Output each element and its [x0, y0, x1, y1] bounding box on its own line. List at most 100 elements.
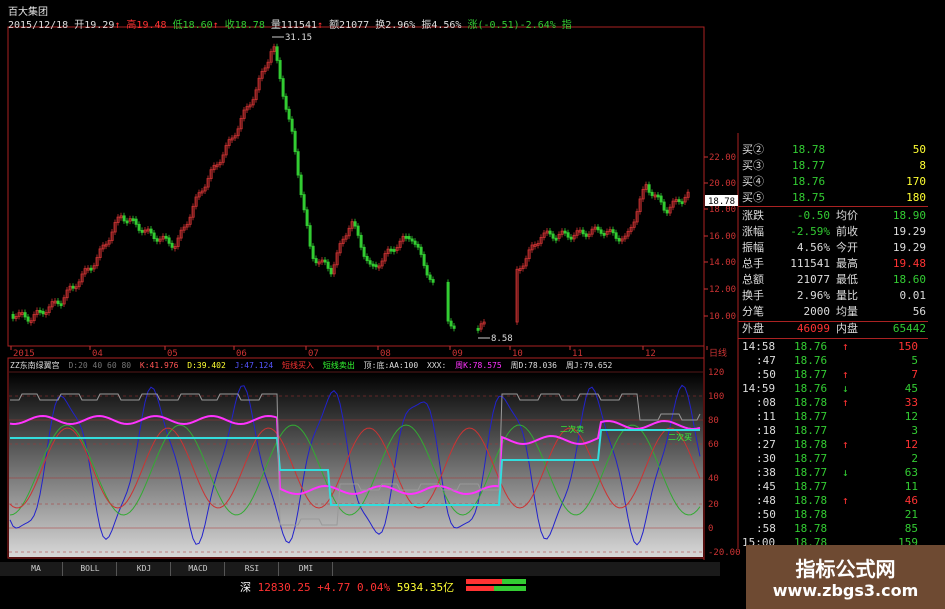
candle-body[interactable]: [554, 237, 558, 241]
time-tick-label: 10: [512, 349, 523, 359]
candle-body[interactable]: [38, 310, 42, 313]
candle-body[interactable]: [149, 228, 153, 234]
candle-body[interactable]: [299, 174, 303, 196]
candle-body[interactable]: [452, 325, 456, 329]
candle-body[interactable]: [374, 264, 378, 268]
candle-body[interactable]: [656, 194, 660, 198]
tab-macd[interactable]: MACD: [172, 562, 225, 576]
candle-body[interactable]: [662, 201, 666, 211]
candle-body[interactable]: [431, 279, 435, 283]
candle-body[interactable]: [602, 233, 606, 236]
candle-body[interactable]: [11, 313, 15, 319]
candle-body[interactable]: [428, 274, 432, 280]
candle-body[interactable]: [362, 246, 366, 257]
candle-body[interactable]: [59, 303, 63, 307]
stock-terminal-window: 22.00 20.00 18.00 16.00 14.00 12.00 10.00 2015…: [0, 0, 945, 609]
candle-body[interactable]: [476, 328, 480, 331]
candle-body[interactable]: [449, 320, 453, 327]
candle-body[interactable]: [617, 238, 621, 242]
candle-body[interactable]: [413, 240, 417, 245]
candle-body[interactable]: [41, 310, 45, 315]
candle-body[interactable]: [155, 238, 159, 242]
candle-body[interactable]: [410, 238, 414, 242]
candle-body[interactable]: [584, 233, 588, 237]
candlestick-series[interactable]: [11, 43, 690, 334]
candle-body[interactable]: [551, 233, 555, 239]
candle-body[interactable]: [599, 229, 603, 234]
candle-body[interactable]: [329, 267, 333, 275]
price-tick-label: 12.00: [709, 285, 736, 295]
candle-body[interactable]: [389, 248, 393, 252]
candle-body[interactable]: [359, 234, 363, 248]
tab-dmi[interactable]: DMI: [280, 562, 333, 576]
candle-body[interactable]: [659, 195, 663, 203]
candle-body[interactable]: [548, 230, 552, 235]
candle-body[interactable]: [56, 300, 60, 305]
candle-body[interactable]: [122, 215, 126, 222]
candle-body[interactable]: [425, 265, 429, 276]
candle-body[interactable]: [566, 232, 570, 238]
candle-body[interactable]: [596, 226, 600, 231]
candle-body[interactable]: [287, 108, 291, 120]
candle-body[interactable]: [170, 242, 174, 248]
candle-body[interactable]: [665, 209, 669, 214]
candle-body[interactable]: [284, 95, 288, 110]
candle-body[interactable]: [326, 261, 330, 269]
candle-body[interactable]: [293, 130, 297, 153]
candle-body[interactable]: [356, 225, 360, 236]
candle-body[interactable]: [302, 194, 306, 211]
candle-body[interactable]: [167, 237, 171, 244]
candle-body[interactable]: [407, 236, 411, 240]
tab-ma[interactable]: MA: [10, 562, 63, 576]
candle-body[interactable]: [368, 260, 372, 265]
index-value: 12830.25: [257, 581, 311, 594]
candle-body[interactable]: [611, 229, 615, 234]
candle-body[interactable]: [140, 230, 144, 233]
candle-body[interactable]: [152, 232, 156, 240]
candle-body[interactable]: [677, 199, 681, 203]
candle-body[interactable]: [581, 229, 585, 235]
candle-body[interactable]: [416, 243, 420, 248]
candle-body[interactable]: [314, 258, 318, 264]
candle-body[interactable]: [26, 316, 30, 322]
candle-body[interactable]: [680, 201, 684, 205]
price-chart-frame: [7, 26, 705, 347]
candle-body[interactable]: [323, 259, 327, 263]
candle-body[interactable]: [311, 245, 315, 259]
tab-rsi[interactable]: RSI: [226, 562, 279, 576]
candle-body[interactable]: [404, 235, 408, 239]
candle-body[interactable]: [290, 118, 294, 132]
candle-body[interactable]: [353, 221, 357, 227]
tab-kdj[interactable]: KDJ: [118, 562, 171, 576]
stat-row: 总额 21077 最低 18.60: [738, 272, 928, 288]
candle-body[interactable]: [650, 191, 654, 196]
candle-body[interactable]: [371, 263, 375, 267]
candle-body[interactable]: [275, 46, 279, 61]
candle-body[interactable]: [308, 225, 312, 247]
candle-body[interactable]: [422, 254, 426, 266]
candle-body[interactable]: [134, 218, 138, 225]
candle-body[interactable]: [164, 235, 168, 239]
candle-body[interactable]: [296, 151, 300, 176]
candle-body[interactable]: [569, 236, 573, 240]
candle-body[interactable]: [392, 249, 396, 252]
indicator-d: D:39.402: [187, 361, 226, 370]
candle-body[interactable]: [647, 184, 651, 193]
candle-body[interactable]: [89, 267, 93, 271]
candle-body[interactable]: [125, 220, 129, 224]
time-tick-label: 07: [308, 349, 319, 359]
candle-body[interactable]: [419, 246, 423, 255]
candle-body[interactable]: [563, 230, 567, 234]
candle-body[interactable]: [23, 312, 27, 318]
candle-body[interactable]: [278, 60, 282, 79]
candle-body[interactable]: [305, 209, 309, 226]
candle-body[interactable]: [446, 281, 450, 322]
candle-body[interactable]: [71, 285, 75, 289]
stat-value: 2.96%: [796, 289, 830, 302]
candle-body[interactable]: [365, 256, 369, 262]
candle-body[interactable]: [131, 218, 135, 222]
candle-body[interactable]: [281, 78, 285, 97]
tab-boll[interactable]: BOLL: [64, 562, 117, 576]
candle-body[interactable]: [614, 232, 618, 239]
candle-body[interactable]: [137, 223, 141, 231]
